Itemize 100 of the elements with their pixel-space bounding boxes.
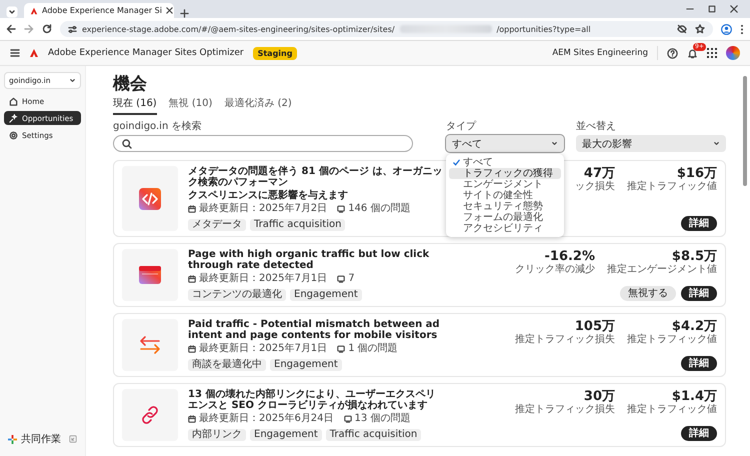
home-icon (9, 96, 18, 106)
calendar-icon (188, 205, 196, 213)
tag-chip: 内部リンク (188, 429, 246, 441)
menu-item[interactable]: セキュリティ態勢 (449, 201, 561, 212)
browser-window-icon (139, 265, 161, 285)
apps-grid-icon[interactable] (707, 48, 717, 58)
tab[interactable]: 無視 (10) (168, 98, 212, 115)
issue-count: 13 個の問題 (354, 413, 410, 425)
search-icon (122, 138, 132, 148)
adobe-logo-icon (29, 48, 39, 58)
updated-date: 最終更新日：2025年7月1日 (199, 343, 328, 355)
collaboration-link[interactable]: 共同作業 (21, 432, 61, 446)
chevron-down-icon (551, 140, 558, 147)
metric-label: 推定トラフィック値 (627, 181, 717, 193)
page-title: 機会 (113, 74, 148, 94)
more-menu-icon[interactable] (740, 24, 744, 34)
link-icon (140, 405, 160, 425)
metric-value: -16.2% (544, 249, 595, 264)
calendar-icon (188, 415, 196, 423)
calendar-icon (188, 345, 196, 353)
address-bar[interactable]: experience-stage.adobe.com/#/@aem-sites-engineering/sites-optimizer/sites/ /opportunities?type=all (60, 21, 713, 37)
menu-item[interactable]: トラフィックの獲得 (449, 168, 561, 179)
settings-icon (9, 130, 18, 140)
metric-label: 推定トラフィック損失 (515, 334, 615, 346)
scrollbar-thumb[interactable] (743, 76, 747, 186)
menu-item[interactable]: サイトの健全性 (449, 190, 561, 201)
dropdown-select[interactable]: 最大の影響 (576, 135, 726, 152)
bell-icon[interactable] (687, 48, 698, 58)
card-title: Paid traffic - Potential mismatch between ad intent and page contents for mobile visitors (188, 319, 441, 341)
details-button[interactable]: 詳細 (681, 426, 717, 441)
chevron-down-icon (713, 140, 720, 147)
updated-date: 最終更新日：2025年6月24日 (199, 413, 334, 425)
ignore-button[interactable]: 無視する (620, 286, 676, 301)
profile-icon[interactable] (721, 24, 732, 34)
new-tab-icon[interactable] (180, 9, 189, 18)
adobe-logo-icon (30, 6, 38, 14)
product-name: Adobe Experience Manager Sites Optimizer (48, 48, 244, 58)
filter-label: 並べ替え (576, 121, 617, 133)
maximize-icon[interactable] (708, 5, 716, 13)
menu-item[interactable]: すべて (449, 157, 561, 168)
search-field[interactable] (113, 135, 413, 152)
dropdown-select[interactable]: すべて (446, 135, 564, 152)
menu-icon[interactable] (10, 48, 20, 58)
details-button[interactable]: 詳細 (681, 286, 717, 301)
tag-chip: Traffic acquisition (250, 219, 346, 231)
updated-date: 最終更新日：2025年7月1日 (199, 273, 328, 285)
metric-value: $16万 (676, 166, 717, 181)
metric-label: クリック率の減少 (515, 264, 595, 276)
eye-off-icon[interactable] (677, 24, 687, 34)
metric-value: 105万 (574, 319, 615, 334)
metric-value: $4.2万 (672, 319, 717, 334)
metric-value: 30万 (584, 389, 615, 404)
environment-badge: Staging (252, 46, 298, 60)
tag-chip: Traffic acquisition (326, 429, 422, 441)
details-button[interactable]: 詳細 (681, 356, 717, 371)
collaboration-icon (8, 434, 17, 444)
issue-count: 146 個の問題 (348, 203, 410, 215)
metric-value: $8.5万 (672, 249, 717, 264)
browser-tab[interactable]: Adobe Experience Manager Si (24, 3, 174, 18)
search-label: goindigo.in を検索 (113, 121, 202, 133)
organization-name: AEM Sites Engineering (552, 48, 648, 58)
avatar[interactable] (726, 46, 740, 60)
tag-chip: 商談を最適化中 (188, 359, 266, 371)
details-button[interactable]: 詳細 (681, 216, 717, 231)
filter-label: タイプ (446, 121, 478, 133)
code-icon (139, 188, 161, 210)
updated-date: 最終更新日：2025年7月2日 (199, 203, 328, 215)
reload-icon[interactable] (42, 24, 52, 34)
metric-value: $1.4万 (672, 389, 717, 404)
metric-label: 推定エンゲージメント値 (607, 264, 717, 276)
tab[interactable]: 最適化済み (2) (224, 98, 292, 115)
close-icon[interactable] (166, 7, 173, 14)
metric-label: 推定トラフィック値 (627, 404, 717, 416)
card-title: 13 個の壊れた内部リンクにより、ユーザーエクスペリエンスと SEO クローラビリティが損なわれています (188, 389, 436, 411)
menu-item[interactable]: アクセシビリティ (449, 223, 561, 234)
metric-label: 推定トラフィック値 (627, 334, 717, 346)
tag-chip: コンテンツの最適化 (188, 289, 286, 301)
card-title: Page with high organic traffic but low click through rate detected (188, 249, 430, 271)
card-title: クスペリエンスに悪影響を与えます (188, 190, 349, 201)
tag-chip: メタデータ (188, 219, 246, 231)
star-icon[interactable] (695, 24, 705, 34)
close-icon[interactable] (730, 5, 738, 13)
tab-list-icon[interactable] (6, 6, 18, 18)
metric-label: 推定トラフィック損失 (515, 404, 615, 416)
swap-arrows-icon (138, 335, 162, 355)
site-info-icon (68, 24, 77, 34)
menu-item[interactable]: フォームの最適化 (449, 212, 561, 223)
card-title: メタデータの問題を伴う 81 個のページ は、オーガニック検索のパフォーマン (188, 166, 443, 188)
chevron-down-icon (69, 77, 76, 84)
menu-item[interactable]: エンゲージメント (449, 179, 561, 190)
calendar-icon (188, 275, 196, 283)
help-icon[interactable] (667, 48, 678, 58)
issue-count: 7 (348, 273, 355, 285)
metric-label: ック損失 (575, 181, 615, 193)
back-icon[interactable] (6, 24, 16, 34)
collapse-icon[interactable] (69, 435, 77, 443)
issue-count: 1 個の問題 (348, 343, 398, 355)
tab[interactable]: 現在 (16) (113, 98, 157, 115)
tag-chip: Engagement (270, 359, 342, 371)
tag-chip: Engagement (250, 429, 322, 441)
